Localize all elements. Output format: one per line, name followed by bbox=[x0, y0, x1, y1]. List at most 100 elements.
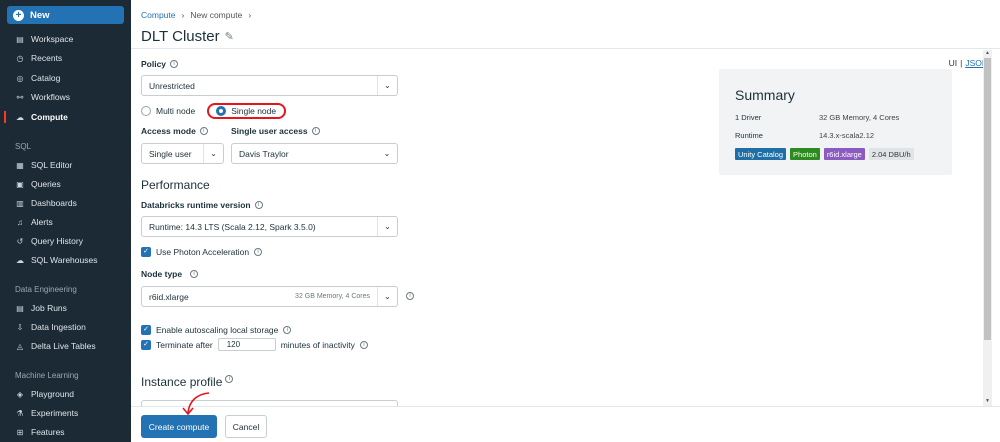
workflows-icon: ⚯ bbox=[16, 92, 24, 102]
access-mode-select[interactable]: Single user ⌄ bbox=[141, 143, 224, 164]
policy-select[interactable]: Unrestricted ⌄ bbox=[141, 75, 398, 96]
sidebar-item-playground[interactable]: ◈ Playground bbox=[0, 385, 131, 403]
terminate-suffix-label: minutes of inactivity bbox=[280, 339, 355, 350]
sidebar-item-label: Data Ingestion bbox=[31, 322, 86, 332]
summary-panel: Summary 1 Driver 32 GB Memory, 4 Cores R… bbox=[719, 69, 952, 175]
breadcrumb-separator: › bbox=[181, 10, 185, 20]
photon-checkbox[interactable]: ✓ Use Photon Acceleration i bbox=[141, 247, 263, 257]
sidebar-item-label: Workspace bbox=[31, 34, 74, 44]
summary-runtime-label: Runtime bbox=[735, 131, 763, 140]
sql-editor-icon: ▦ bbox=[16, 160, 24, 170]
view-toggle-separator: | bbox=[960, 58, 963, 68]
scrollbar-thumb[interactable] bbox=[984, 58, 991, 340]
sidebar-item-label: Recents bbox=[31, 53, 63, 63]
scroll-down-icon[interactable]: ▼ bbox=[983, 398, 992, 406]
runtime-version-select[interactable]: Runtime: 14.3 LTS (Scala 2.12, Spark 3.5… bbox=[141, 216, 398, 237]
sidebar-item-label: Workflows bbox=[31, 92, 71, 102]
pencil-icon[interactable]: ✎ bbox=[225, 30, 234, 43]
sidebar-item-sql-warehouses[interactable]: ☁ SQL Warehouses bbox=[0, 251, 131, 269]
chevron-down-icon: ⌄ bbox=[203, 144, 223, 163]
sidebar-item-experiments[interactable]: ⚗ Experiments bbox=[0, 404, 131, 422]
sidebar-item-label: Dashboards bbox=[31, 198, 77, 208]
create-compute-button[interactable]: Create compute bbox=[141, 415, 217, 438]
info-icon[interactable]: i bbox=[283, 326, 292, 334]
tag-dbu: 2.04 DBU/h bbox=[868, 148, 914, 160]
sidebar-item-recents[interactable]: ◷ Recents bbox=[0, 49, 131, 67]
node-type-meta: 32 GB Memory, 4 Cores bbox=[295, 293, 370, 300]
single-user-access-value: Davis Traylor bbox=[239, 148, 289, 159]
info-icon[interactable]: i bbox=[254, 248, 263, 256]
breadcrumb-compute-link[interactable]: Compute bbox=[141, 10, 176, 20]
sidebar-item-delta-live-tables[interactable]: ◬ Delta Live Tables bbox=[0, 337, 131, 355]
info-icon[interactable]: i bbox=[190, 270, 199, 278]
breadcrumb: Compute › New compute › bbox=[141, 10, 251, 20]
sidebar-item-data-ingestion[interactable]: ⇩ Data Ingestion bbox=[0, 318, 131, 336]
sidebar-item-query-history[interactable]: ↺ Query History bbox=[0, 232, 131, 250]
tag-unity-catalog: Unity Catalog bbox=[735, 148, 787, 160]
checkmark-icon: ✓ bbox=[141, 325, 151, 335]
single-node-radio[interactable]: Single node bbox=[207, 103, 287, 119]
sidebar-item-features[interactable]: ⊞ Features bbox=[0, 423, 131, 441]
tag-instance-type: r6id.xlarge bbox=[823, 148, 865, 160]
sidebar-item-queries[interactable]: ▣ Queries bbox=[0, 175, 131, 193]
info-icon[interactable]: i bbox=[406, 292, 414, 300]
multi-node-radio[interactable]: Multi node bbox=[141, 106, 195, 116]
sidebar-item-job-runs[interactable]: ▤ Job Runs bbox=[0, 299, 131, 317]
page-title: DLT Cluster ✎ bbox=[141, 28, 234, 45]
sidebar-item-label: Alerts bbox=[31, 217, 53, 227]
info-icon[interactable]: i bbox=[225, 375, 234, 383]
summary-driver-value: 32 GB Memory, 4 Cores bbox=[819, 113, 900, 122]
cloud-icon: ☁ bbox=[16, 112, 24, 122]
plus-icon: + bbox=[13, 9, 24, 21]
ingestion-icon: ⇩ bbox=[16, 322, 24, 332]
breadcrumb-separator: › bbox=[248, 10, 252, 20]
terminate-minutes-input[interactable]: 120 bbox=[217, 338, 276, 351]
sidebar-item-alerts[interactable]: ♫ Alerts bbox=[0, 213, 131, 231]
info-icon[interactable]: i bbox=[359, 340, 368, 349]
sidebar: + New ▤ Workspace ◷ Recents ◎ Catalog ⚯ … bbox=[0, 0, 131, 442]
job-runs-icon: ▤ bbox=[16, 303, 24, 313]
page-title-text: DLT Cluster bbox=[141, 28, 220, 45]
sidebar-item-label: Delta Live Tables bbox=[31, 341, 96, 351]
history-icon: ↺ bbox=[16, 236, 24, 246]
autoscale-storage-label: Enable autoscaling local storage bbox=[156, 325, 279, 335]
sidebar-item-catalog[interactable]: ◎ Catalog bbox=[0, 69, 131, 87]
info-icon[interactable]: i bbox=[311, 127, 320, 135]
sidebar-item-label: Job Runs bbox=[31, 303, 67, 313]
new-button[interactable]: + New bbox=[7, 6, 124, 24]
tag-photon: Photon bbox=[790, 148, 820, 160]
sidebar-item-sql-editor[interactable]: ▦ SQL Editor bbox=[0, 156, 131, 174]
summary-tags: Unity Catalog Photon r6id.xlarge 2.04 DB… bbox=[735, 148, 914, 160]
sidebar-item-workspace[interactable]: ▤ Workspace bbox=[0, 30, 131, 48]
node-type-value: r6id.xlarge bbox=[149, 291, 189, 302]
sidebar-item-label: Experiments bbox=[31, 408, 79, 418]
node-mode-radio-group: Multi node Single node bbox=[141, 103, 287, 119]
access-mode-select-value: Single user bbox=[149, 148, 192, 159]
cancel-button[interactable]: Cancel bbox=[225, 415, 267, 438]
info-icon[interactable]: i bbox=[199, 127, 208, 135]
info-icon[interactable]: i bbox=[170, 60, 179, 68]
annotation-arrow-icon bbox=[182, 392, 210, 416]
scroll-up-icon[interactable]: ▲ bbox=[983, 50, 992, 58]
footer-divider bbox=[131, 406, 1000, 407]
terminate-checkbox[interactable]: ✓ Terminate after 120 minutes of inactiv… bbox=[141, 338, 368, 351]
autoscale-storage-checkbox[interactable]: ✓ Enable autoscaling local storage i bbox=[141, 325, 292, 335]
node-type-label: Node type i bbox=[141, 269, 199, 279]
sidebar-item-dashboards[interactable]: ▥ Dashboards bbox=[0, 194, 131, 212]
info-icon[interactable]: i bbox=[254, 201, 263, 209]
sidebar-item-label: Queries bbox=[31, 179, 61, 189]
single-user-access-label-text: Single user access bbox=[231, 126, 308, 136]
checkmark-icon: ✓ bbox=[141, 247, 151, 257]
sidebar-item-label: Features bbox=[31, 427, 65, 437]
node-type-select[interactable]: r6id.xlarge 32 GB Memory, 4 Cores ⌄ bbox=[141, 286, 398, 307]
sidebar-item-workflows[interactable]: ⚯ Workflows bbox=[0, 88, 131, 106]
sidebar-item-compute[interactable]: ☁ Compute bbox=[0, 108, 131, 126]
single-user-access-select[interactable]: Davis Traylor ⌄ bbox=[231, 143, 398, 164]
view-toggle-ui[interactable]: UI bbox=[949, 58, 958, 68]
sidebar-item-label: Query History bbox=[31, 236, 83, 246]
scrollbar[interactable]: ▲ ▼ bbox=[983, 50, 992, 406]
divider bbox=[131, 48, 1000, 49]
sidebar-section-sql: SQL bbox=[15, 142, 32, 151]
policy-select-value: Unrestricted bbox=[149, 80, 195, 91]
chevron-down-icon: ⌄ bbox=[377, 287, 397, 306]
